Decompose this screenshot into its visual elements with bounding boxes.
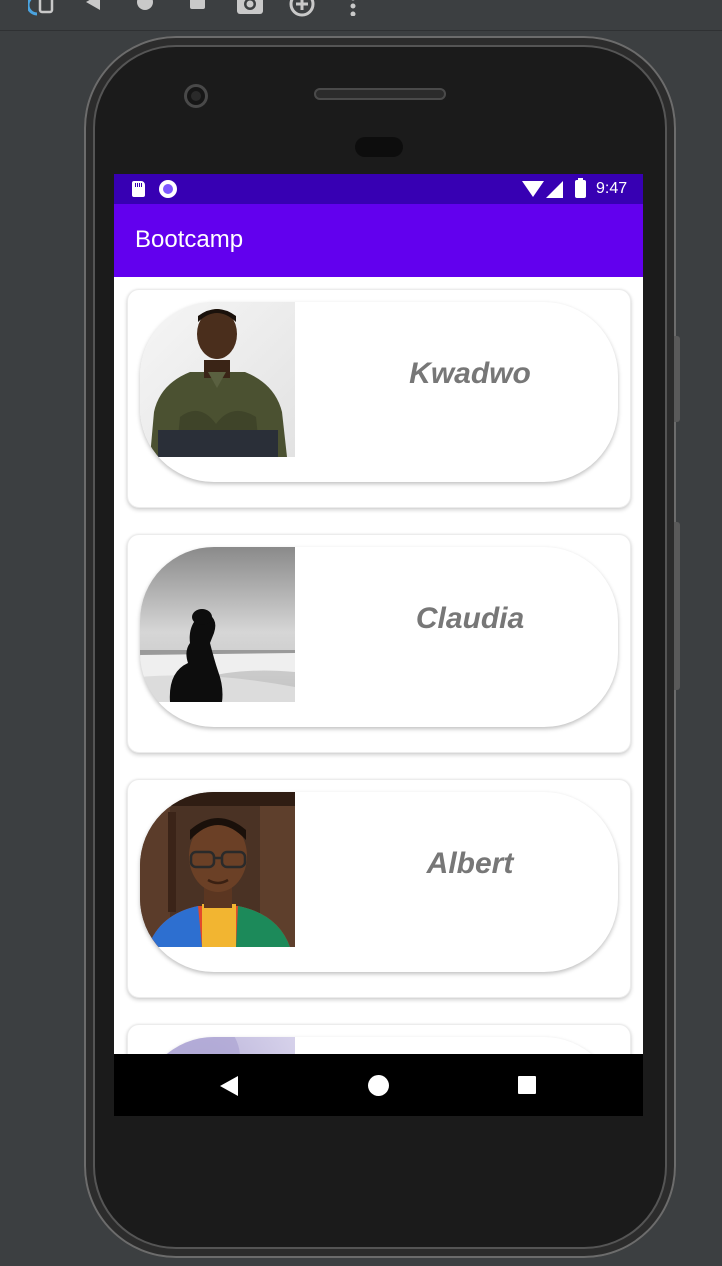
emulator-toolbar bbox=[0, 0, 722, 31]
person-name: Kwadwo bbox=[409, 357, 531, 390]
front-camera-icon bbox=[184, 84, 208, 108]
status-time: 9:47 bbox=[596, 180, 628, 197]
man-in-olive-shirt-photo bbox=[140, 302, 295, 457]
battery-icon bbox=[575, 178, 586, 198]
rotate-icon[interactable] bbox=[28, 0, 54, 18]
man-with-glasses-photo bbox=[140, 792, 295, 947]
overview-icon[interactable] bbox=[190, 0, 205, 9]
woman-silhouette-beach-photo bbox=[140, 547, 295, 702]
back-icon[interactable] bbox=[86, 0, 100, 10]
person-name: Albert bbox=[426, 847, 514, 880]
more-icon[interactable] bbox=[349, 0, 357, 16]
screenshot-icon[interactable] bbox=[236, 0, 264, 16]
person-card[interactable]: Claudia bbox=[127, 534, 631, 753]
signal-icon bbox=[546, 181, 563, 198]
person-pill[interactable]: Claudia bbox=[140, 547, 618, 727]
power-button[interactable] bbox=[674, 336, 680, 422]
device-screen: 9:47 Bootcamp Kwadwo Claudia Albert bbox=[114, 174, 643, 1116]
zoom-icon[interactable] bbox=[288, 0, 316, 18]
person-pill[interactable]: Albert bbox=[140, 792, 618, 972]
person-pill[interactable] bbox=[140, 1037, 618, 1054]
person-pill[interactable]: Kwadwo bbox=[140, 302, 618, 482]
person-card[interactable] bbox=[127, 1024, 631, 1054]
proximity-sensor bbox=[355, 137, 403, 157]
purple-abstract-photo bbox=[140, 1037, 295, 1054]
app-bar: Bootcamp bbox=[114, 204, 643, 277]
earpiece-speaker bbox=[314, 88, 446, 100]
navigation-bar bbox=[114, 1054, 643, 1116]
status-bar: 9:47 bbox=[114, 174, 643, 204]
volume-rocker[interactable] bbox=[674, 522, 680, 690]
wifi-icon bbox=[522, 181, 544, 197]
person-card[interactable]: Kwadwo bbox=[127, 289, 631, 508]
app-title: Bootcamp bbox=[135, 226, 244, 253]
person-card[interactable]: Albert bbox=[127, 779, 631, 998]
sync-icon bbox=[159, 180, 177, 198]
home-icon[interactable] bbox=[137, 0, 153, 10]
home-icon[interactable] bbox=[368, 1075, 389, 1096]
person-name: Claudia bbox=[415, 602, 525, 635]
person-list[interactable]: Kwadwo Claudia Albert bbox=[114, 277, 643, 1054]
back-icon[interactable] bbox=[220, 1076, 238, 1096]
sd-card-icon bbox=[132, 181, 145, 197]
recents-icon[interactable] bbox=[518, 1076, 536, 1094]
